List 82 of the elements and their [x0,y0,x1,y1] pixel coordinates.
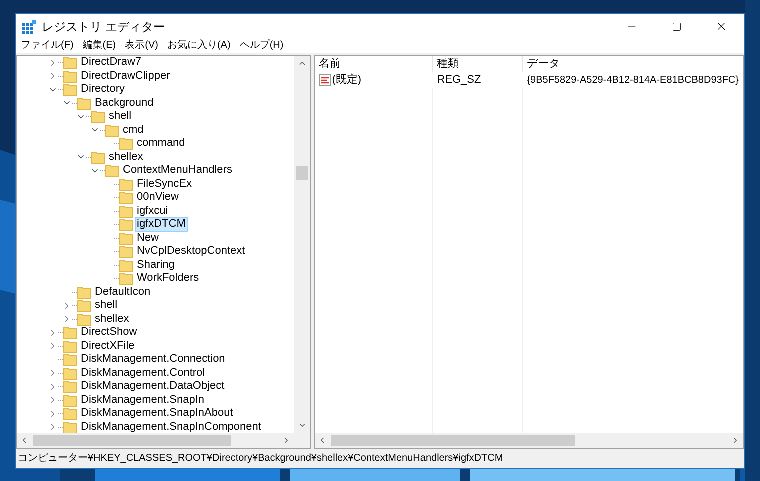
folder-icon [119,218,133,232]
status-bar-path: コンピューター¥HKEY_CLASSES_ROOT¥Directory¥Background¥shellex¥ContextMenuHandlers¥igfxDTCM [18,452,504,466]
menu-item[interactable]: ヘルプ(H) [240,41,284,51]
column-header[interactable]: 種類 [433,56,524,72]
menu-item[interactable]: ファイル(F) [21,41,74,51]
folder-icon [105,124,119,137]
tree-item[interactable]: DirectXFile [79,338,137,354]
registry-icon [22,20,36,34]
folder-icon [119,204,133,218]
menu-item[interactable]: お気に入り(A) [167,41,231,51]
folder-icon [63,366,77,380]
menu-item[interactable]: 編集(E) [82,41,116,51]
column-header[interactable]: データ [523,56,743,72]
horizontal-scrollbar[interactable] [315,433,743,448]
scroll-right-icon[interactable] [731,436,740,445]
scroll-left-icon[interactable] [20,436,29,445]
value-data: {9B5F5829-A529-4B12-814A-E81BCB8D93FC} [526,74,740,88]
tree-item[interactable]: igfxcui [135,204,170,219]
menu-item[interactable]: 表示(V) [125,41,158,51]
folder-icon [119,178,133,191]
tree-item[interactable]: NvCplDesktopContext [135,244,248,260]
tree-item[interactable]: cmd [121,122,146,138]
tree-item[interactable]: DirectDrawClipper [79,68,172,84]
tree-item[interactable]: DiskManagement.Connection [79,352,228,368]
folder-icon [77,286,91,299]
tree-item[interactable]: shell [93,298,120,314]
maximize-icon [672,22,682,32]
folder-icon [63,407,77,420]
value-name: (既定) [332,72,362,88]
tree-item[interactable]: DirectDraw7 [79,56,144,70]
folder-icon [63,83,77,96]
folder-icon [63,56,77,70]
scroll-up-icon[interactable] [298,59,307,68]
tree-item[interactable]: shell [107,109,134,124]
tree-item[interactable]: DiskManagement.SnapInAbout [79,406,236,422]
tree-item[interactable]: Directory [79,82,128,98]
folder-icon [91,110,105,124]
folder-icon [77,299,91,312]
tree-item[interactable]: ContextMenuHandlers [121,163,234,178]
column-header[interactable]: 名前 [315,56,434,72]
folder-icon [63,394,77,407]
folder-icon [77,96,91,110]
tree-item[interactable]: command [135,136,188,152]
tree-item[interactable]: shellex [107,150,146,165]
tree-item[interactable]: FileSyncEx [135,176,194,192]
scroll-thumb[interactable] [331,435,576,446]
folder-icon [63,380,77,394]
tree-item[interactable]: DiskManagement.Control [79,366,208,381]
folder-icon [119,232,133,245]
folder-icon [119,137,133,150]
tree-item[interactable]: New [135,230,162,246]
folder-icon [63,353,77,366]
folder-icon [119,191,133,204]
scroll-thumb[interactable] [296,166,308,180]
close-icon [715,20,728,33]
tree-item[interactable]: DefaultIcon [93,284,153,300]
folder-icon [91,150,105,164]
scroll-thumb[interactable] [33,435,231,446]
tree-item[interactable]: DiskManagement.SnapIn [79,392,207,408]
window-title: レジストリ エディター [42,18,166,36]
folder-icon [105,164,119,178]
scroll-down-icon[interactable] [298,421,307,430]
folder-icon [63,326,77,340]
tree-item[interactable]: 00nView [135,190,181,206]
horizontal-scrollbar[interactable] [17,433,310,448]
vertical-scrollbar[interactable] [294,56,310,433]
value-type: REG_SZ [436,72,482,88]
folder-icon [119,272,133,286]
tree-item[interactable]: igfxDTCM [135,217,188,232]
tree-item[interactable]: DiskManagement.DataObject [79,379,227,394]
tree-item[interactable]: DiskManagement.SnapInComponent [79,420,264,433]
folder-icon [119,258,133,272]
folder-icon [119,245,133,258]
tree-item[interactable]: Sharing [135,258,177,273]
string-value-icon [319,74,332,86]
tree-item[interactable]: shellex [93,312,132,327]
folder-icon [77,312,91,326]
tree-item[interactable]: WorkFolders [135,271,202,286]
folder-icon [63,70,77,83]
tree-item[interactable]: DirectShow [79,325,140,340]
folder-icon [63,340,77,353]
tree-item[interactable]: Background [93,96,156,111]
